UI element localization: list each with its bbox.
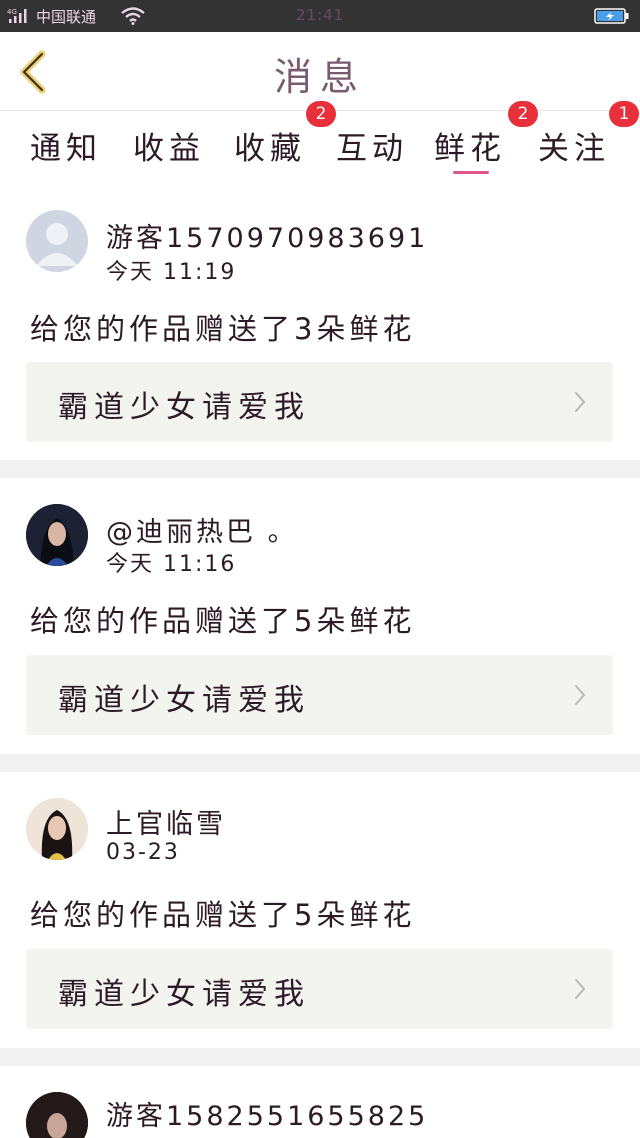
tab-label: 收藏: [234, 131, 306, 167]
message-card: @迪丽热巴 。 今天 11:16 给您的作品赠送了5朵鲜花 霸道少女请爱我: [0, 478, 640, 754]
work-link[interactable]: 霸道少女请爱我: [26, 655, 613, 735]
message-time: 今天 11:19: [106, 260, 237, 285]
avatar[interactable]: [26, 210, 88, 272]
sender-name[interactable]: @迪丽热巴 。: [106, 510, 298, 549]
tab-earnings[interactable]: 收益: [133, 123, 205, 173]
tab-label: 收益: [133, 131, 205, 167]
work-title: 霸道少女请爱我: [58, 683, 310, 718]
tab-follows[interactable]: 关注: [538, 123, 610, 173]
tab-favorites[interactable]: 收藏: [234, 123, 306, 173]
carrier-name: 中国联通: [36, 8, 97, 26]
chevron-right-icon: [575, 979, 586, 999]
status-time: 21:41: [296, 6, 345, 24]
work-title: 霸道少女请爱我: [58, 977, 310, 1012]
work-link[interactable]: 霸道少女请爱我: [26, 949, 613, 1029]
divider: [0, 754, 640, 772]
message-time: 03-23: [106, 840, 180, 865]
sender-name[interactable]: 游客1570970983691: [106, 216, 428, 255]
network-type: 4G: [7, 8, 17, 16]
divider: [0, 1048, 640, 1066]
follows-badge: 1: [609, 101, 639, 127]
work-title: 霸道少女请爱我: [58, 390, 310, 425]
chevron-right-icon: [575, 685, 586, 705]
default-avatar-icon: [36, 223, 78, 266]
nav-bar: 消息: [0, 32, 640, 111]
tab-flowers[interactable]: 鲜花: [434, 123, 506, 173]
avatar[interactable]: [26, 504, 88, 566]
sender-name[interactable]: 上官临雪: [106, 802, 226, 841]
tab-label: 关注: [538, 131, 610, 167]
tab-interactions[interactable]: 互动: [336, 123, 408, 173]
flowers-badge: 2: [508, 101, 538, 127]
message-card: 游客1570970983691 今天 11:19 给您的作品赠送了3朵鲜花 霸道…: [0, 182, 640, 460]
avatar[interactable]: [26, 798, 88, 860]
message-time: 今天 11:16: [106, 552, 237, 577]
status-bar: 4G 中国联通 21:41: [0, 0, 640, 32]
tab-label: 通知: [30, 131, 102, 167]
tab-bar: 通知 收益 收藏 互动 鲜花 关注 2 2 1: [0, 101, 640, 181]
tab-label: 互动: [336, 131, 408, 167]
favorites-badge: 2: [306, 101, 336, 127]
user-photo-avatar: [26, 504, 88, 566]
signal-icon: 4G: [7, 8, 27, 23]
avatar[interactable]: [26, 1092, 88, 1138]
sender-name[interactable]: 游客1582551655825: [106, 1094, 428, 1133]
work-link[interactable]: 霸道少女请爱我: [26, 362, 613, 442]
tab-notifications[interactable]: 通知: [30, 123, 102, 173]
chevron-right-icon: [575, 392, 586, 412]
battery-icon: [594, 8, 629, 24]
user-photo-avatar: [26, 798, 88, 860]
message-card: 上官临雪 03-23 给您的作品赠送了5朵鲜花 霸道少女请爱我: [0, 772, 640, 1048]
divider: [0, 460, 640, 478]
page-title: 消息: [273, 55, 366, 99]
tab-label: 鲜花: [434, 131, 506, 167]
message-text: 给您的作品赠送了3朵鲜花: [30, 312, 416, 346]
active-tab-indicator: [453, 171, 489, 174]
wifi-icon: [121, 7, 145, 25]
message-text: 给您的作品赠送了5朵鲜花: [30, 898, 416, 932]
message-text: 给您的作品赠送了5朵鲜花: [30, 604, 416, 638]
message-card: 游客1582551655825: [0, 1066, 640, 1138]
user-photo-avatar: [26, 1092, 88, 1138]
